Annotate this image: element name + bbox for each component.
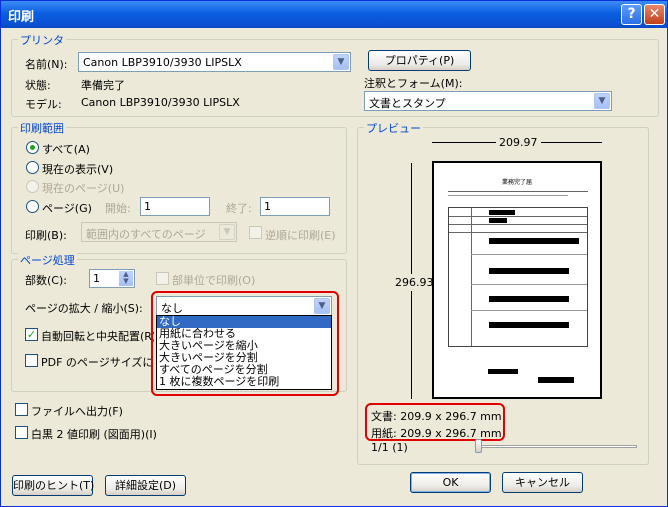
preview-page: 業務完了届	[432, 161, 602, 399]
model-value: Canon LBP3910/3930 LIPSLX	[81, 96, 240, 109]
start-label: 開始:	[105, 202, 131, 215]
grayscale-checkbox[interactable]	[15, 426, 28, 439]
preview-width-value: 209.97	[496, 136, 541, 149]
print-subset-select[interactable]: 範囲内のすべてのページ ▼	[81, 222, 237, 242]
start-page-input[interactable]: 1	[140, 197, 210, 216]
range-all-radio[interactable]	[26, 141, 39, 154]
chevron-down-icon: ▼	[594, 93, 610, 109]
preview-doc-heading: 業務完了届	[501, 179, 532, 186]
end-page-input[interactable]: 1	[260, 197, 330, 216]
printer-name-select[interactable]: Canon LBP3910/3930 LIPSLX ▼	[78, 52, 351, 72]
print-tips-button[interactable]: 印刷のヒント(T)	[12, 475, 94, 496]
range-pages-label[interactable]: ページ(G)	[42, 200, 92, 216]
model-label: モデル:	[25, 98, 62, 111]
cancel-button[interactable]: キャンセル	[502, 472, 583, 493]
page-slider-track[interactable]	[475, 445, 637, 448]
preview-height-value: 296.93	[395, 274, 434, 291]
annotations-label: 注釈とフォーム(M):	[364, 77, 463, 90]
chevron-down-icon: ▼	[219, 224, 235, 240]
close-button[interactable]: ✕	[644, 4, 665, 25]
printer-name-label: 名前(N):	[25, 58, 68, 71]
page-slider-thumb[interactable]	[475, 439, 482, 453]
preview-line	[488, 369, 518, 374]
printer-legend: プリンタ	[18, 32, 66, 48]
range-current-page-radio	[26, 180, 39, 193]
collate-label[interactable]: 部単位で印刷(O)	[172, 272, 255, 288]
reverse-order-label[interactable]: 逆順に印刷(E)	[265, 227, 336, 243]
auto-rotate-checkbox[interactable]: ✓	[25, 328, 38, 341]
page-counter: 1/1 (1)	[371, 441, 408, 454]
paper-size-text: 用紙: 209.9 x 296.7 mm	[371, 427, 502, 440]
annotations-select[interactable]: 文書とスタンプ ▼	[364, 91, 612, 111]
zoom-highlight-outline	[151, 291, 339, 396]
print-subset-label: 印刷(B):	[25, 229, 67, 242]
zoom-label: ページの拡大 / 縮小(S):	[25, 302, 143, 315]
reverse-order-checkbox[interactable]	[249, 226, 262, 239]
title-bar[interactable]: 印刷 ? ✕	[1, 1, 667, 28]
print-dialog: 印刷 ? ✕ プリンタ 名前(N): Canon LBP3910/3930 LI…	[0, 0, 668, 507]
range-current-view-radio[interactable]	[26, 161, 39, 174]
ok-button[interactable]: OK	[410, 472, 491, 493]
status-value: 準備完了	[81, 79, 125, 92]
status-label: 状態:	[25, 79, 51, 92]
properties-button[interactable]: プロパティ(P)	[368, 50, 471, 71]
preview-table	[448, 207, 588, 347]
annotations-value: 文書とスタンプ	[369, 97, 446, 110]
copies-label: 部数(C):	[25, 274, 67, 287]
range-current-page-label: 現在のページ(U)	[42, 182, 125, 195]
preview-line	[538, 377, 574, 383]
pdf-page-size-label[interactable]: PDF のページサイズに合わせて用紙を選択(Z)	[41, 354, 154, 370]
print-to-file-label[interactable]: ファイルへ出力(F)	[31, 403, 123, 419]
page-handling-legend: ページ処理	[18, 252, 77, 268]
copies-spinner-icon[interactable]: ▲ ▼	[119, 271, 133, 286]
range-pages-radio[interactable]	[26, 200, 39, 213]
help-icon: ?	[627, 6, 636, 22]
document-size-text: 文書: 209.9 x 296.7 mm	[371, 410, 502, 423]
pdf-page-size-checkbox[interactable]	[25, 354, 38, 367]
preview-line	[448, 191, 588, 192]
copies-value: 1	[93, 272, 100, 285]
window-title: 印刷	[8, 10, 35, 25]
print-to-file-checkbox[interactable]	[15, 403, 28, 416]
advanced-button[interactable]: 詳細設定(D)	[105, 475, 186, 496]
collate-checkbox[interactable]	[156, 272, 169, 285]
chevron-down-icon: ▼	[333, 54, 349, 70]
preview-line	[448, 195, 568, 196]
range-current-view-label[interactable]: 現在の表示(V)	[42, 161, 113, 177]
printer-name-value: Canon LBP3910/3930 LIPSLX	[83, 56, 242, 69]
auto-rotate-label[interactable]: 自動回転と中央配置(R)	[41, 328, 154, 344]
print-subset-value: 範囲内のすべてのページ	[86, 228, 206, 241]
range-all-label[interactable]: すべて(A)	[42, 141, 90, 157]
preview-legend: プレビュー	[364, 120, 423, 136]
grayscale-label[interactable]: 白黒 2 値印刷 (図面用)(I)	[31, 426, 157, 442]
close-icon: ✕	[648, 6, 661, 22]
print-range-legend: 印刷範囲	[18, 120, 66, 136]
end-label: 終了:	[226, 202, 252, 215]
copies-input[interactable]: 1 ▲ ▼	[89, 269, 135, 288]
help-button[interactable]: ?	[621, 4, 642, 25]
